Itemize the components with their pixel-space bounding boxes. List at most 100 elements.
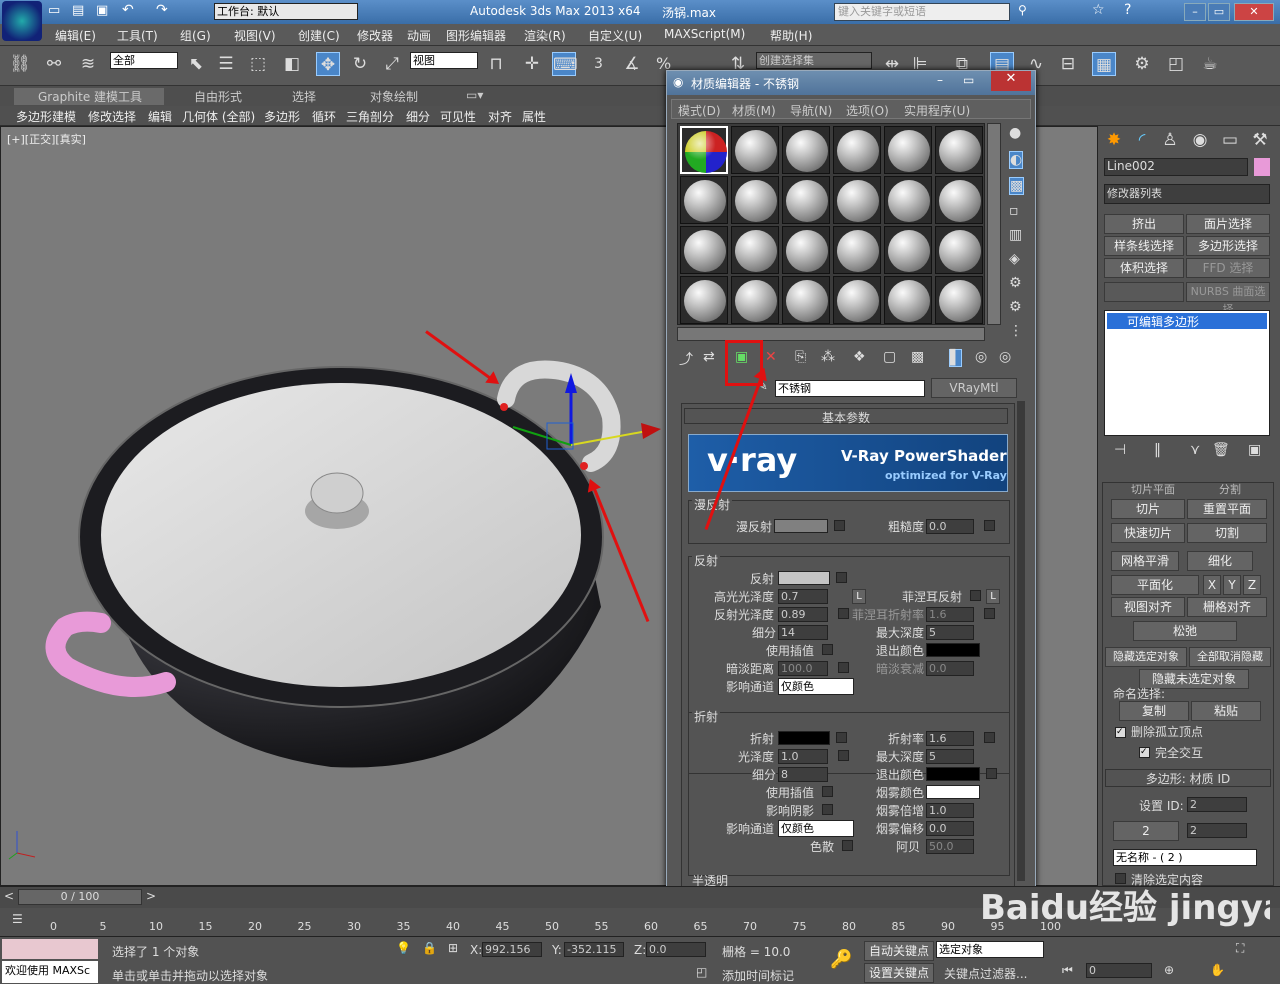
move-icon[interactable]: ✥ [316, 52, 340, 76]
rect-selection-icon[interactable]: ⬚ [246, 52, 270, 76]
refr-exit-color-swatch[interactable] [926, 767, 980, 781]
reflect-color-swatch[interactable] [778, 571, 830, 585]
make-unique-icon[interactable]: ⋎ [1190, 442, 1200, 458]
relax-button[interactable]: 松弛 [1133, 621, 1237, 641]
stack-item-editable-poly[interactable]: 可编辑多边形 [1107, 313, 1267, 329]
group-visibility[interactable]: 可见性 [440, 108, 476, 125]
slots-vscroll[interactable] [987, 123, 1001, 325]
refr-exit-color-checkbox[interactable] [986, 768, 997, 779]
refr-max-depth-spinner[interactable]: 5 [926, 749, 974, 764]
material-slot[interactable] [833, 176, 881, 224]
go-to-parent-icon[interactable]: ◎ [975, 349, 987, 365]
group-polygons[interactable]: 多边形 [264, 108, 300, 125]
fresnel-checkbox[interactable] [970, 590, 981, 601]
abs-mode-icon[interactable]: ⊞ [448, 941, 458, 955]
empty-mod-button[interactable] [1104, 282, 1184, 302]
rendered-frame-icon[interactable]: ◰ [1164, 52, 1188, 76]
group-align[interactable]: 对齐 [488, 108, 512, 125]
goto-start-icon[interactable]: ⏮ [1062, 963, 1073, 978]
reset-plane-button[interactable]: 重置平面 [1187, 499, 1267, 519]
tab-freeform[interactable]: 自由形式 [194, 88, 242, 105]
window-crossing-icon[interactable]: ◧ [280, 52, 304, 76]
show-map-viewport-icon[interactable]: ▩ [911, 349, 924, 365]
hilight-lock-button[interactable]: L [852, 589, 866, 604]
delete-isolated-checkbox[interactable]: ✓ [1115, 727, 1126, 738]
mat-menu-navigation[interactable]: 导航(N) [790, 102, 832, 119]
group-tris[interactable]: 三角剖分 [346, 108, 394, 125]
material-editor-icon[interactable]: ▦ [1092, 52, 1116, 76]
group-modify-selection[interactable]: 修改选择 [88, 108, 136, 125]
set-id-spinner[interactable]: 2 [1187, 797, 1247, 812]
bind-spacewarp-icon[interactable]: ≋ [76, 52, 100, 76]
get-material-icon[interactable]: ⤴ [679, 349, 693, 369]
pan-icon[interactable]: ✋ [1210, 963, 1225, 977]
menu-tools[interactable]: 工具(T) [117, 27, 158, 44]
split-partial[interactable]: 分割 [1219, 481, 1241, 497]
show-end-result-icon[interactable]: ‖ [1154, 442, 1161, 458]
add-time-tag[interactable]: 添加时间标记 [722, 967, 794, 984]
selection-lock-icon[interactable]: 🔒 [422, 941, 437, 955]
redo-icon[interactable]: ↷ [156, 2, 168, 18]
utilities-tab-icon[interactable]: ⚒ [1248, 128, 1272, 152]
tab-graphite[interactable]: Graphite 建模工具 [14, 88, 164, 105]
material-name-field[interactable]: 不锈钢 [775, 380, 925, 397]
ior-spinner[interactable]: 1.6 [926, 731, 974, 746]
maxscript-mini-listener-top[interactable] [2, 939, 98, 959]
new-file-icon[interactable]: ▭ [48, 3, 60, 18]
make-preview-icon[interactable]: ◈ [1009, 251, 1020, 267]
paste-button[interactable]: 粘贴 [1191, 701, 1261, 721]
slice-plane-partial[interactable]: 切片平面 [1131, 481, 1175, 497]
make-copy-icon[interactable]: ⎘ [795, 349, 806, 365]
dim-falloff-spinner[interactable]: 0.0 [926, 661, 974, 676]
snap-toggle-icon[interactable]: 3 [594, 56, 603, 72]
show-end-result-mat-icon[interactable]: ▌ [949, 349, 962, 367]
fog-bias-spinner[interactable]: 0.0 [926, 821, 974, 836]
tab-selection[interactable]: 选择 [292, 88, 316, 105]
make-unique-mat-icon[interactable]: ⁂ [821, 349, 835, 365]
view-align-button[interactable]: 视图对齐 [1111, 597, 1185, 617]
track-bar-icon[interactable]: ☰ [12, 912, 23, 926]
auto-key-button[interactable]: 自动关键点 [864, 941, 934, 961]
material-slot[interactable] [884, 126, 932, 174]
select-by-material-icon[interactable]: ⚙ [1009, 299, 1022, 315]
minimize-button[interactable]: – [1184, 3, 1206, 21]
key-icon[interactable]: 🔑 [830, 949, 852, 970]
menu-customize[interactable]: 自定义(U) [588, 27, 642, 44]
motion-tab-icon[interactable]: ◉ [1188, 128, 1212, 152]
refr-gloss-map-button[interactable] [838, 750, 849, 761]
abbe-spinner[interactable]: 50.0 [926, 839, 974, 854]
refl-exit-color-swatch[interactable] [926, 643, 980, 657]
undo-icon[interactable]: ↶ [122, 2, 134, 18]
menu-animation[interactable]: 动画 [407, 27, 431, 44]
material-slot[interactable] [731, 276, 779, 324]
put-to-scene-icon[interactable]: ⇄ [703, 349, 715, 365]
refract-map-button[interactable] [836, 732, 847, 743]
menu-group[interactable]: 组(G) [180, 27, 211, 44]
planarize-y-button[interactable]: Y [1223, 575, 1241, 595]
render-production-icon[interactable]: ☕ [1198, 52, 1222, 76]
planarize-x-button[interactable]: X [1203, 575, 1221, 595]
mat-menu-material[interactable]: 材质(M) [732, 102, 776, 119]
ffd-select-button[interactable]: FFD 选择 [1186, 258, 1270, 278]
pin-stack-icon[interactable]: ⊣ [1114, 442, 1126, 458]
refl-affect-dropdown[interactable]: 仅颜色 [778, 678, 854, 695]
go-forward-sibling-icon[interactable]: ◎ [999, 349, 1011, 365]
basic-params-header[interactable]: 基本参数 [684, 408, 1008, 425]
isolate-icon[interactable]: 💡 [396, 941, 411, 955]
refr-gloss-spinner[interactable]: 1.0 [778, 749, 828, 764]
material-map-nav-icon[interactable]: ⋮ [1009, 323, 1023, 339]
reflect-map-button[interactable] [836, 572, 847, 583]
uv-tiling-icon[interactable]: ▫ [1009, 203, 1019, 219]
refl-max-depth-spinner[interactable]: 5 [926, 625, 974, 640]
material-slot[interactable] [680, 276, 728, 324]
help-icon[interactable]: ? [1124, 2, 1131, 18]
create-tab-icon[interactable]: ✸ [1102, 128, 1126, 152]
object-color-swatch[interactable] [1254, 158, 1270, 176]
planarize-z-button[interactable]: Z [1243, 575, 1261, 595]
unlink-icon[interactable]: ⚯ [42, 52, 66, 76]
mat-minimize-button[interactable]: – [937, 73, 943, 87]
material-slot[interactable] [884, 226, 932, 274]
angle-snap-icon[interactable]: ∡ [620, 52, 644, 76]
ribbon-options-icon[interactable]: ▭▾ [466, 88, 483, 102]
group-properties[interactable]: 属性 [522, 108, 546, 125]
